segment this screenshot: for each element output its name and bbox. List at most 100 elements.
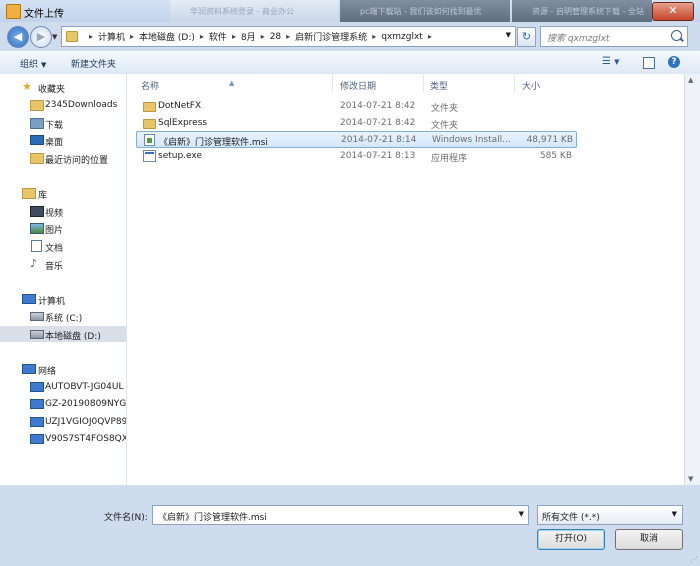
file-row[interactable]: SqlExpress 2014-07-21 8:42 文件夹 xyxy=(136,115,576,131)
nav-label: 2345Downloads xyxy=(45,100,118,110)
nav-item-documents[interactable]: 文档 xyxy=(0,238,126,254)
column-header-size[interactable]: 大小 xyxy=(515,74,575,92)
scroll-up-icon[interactable]: ▲ xyxy=(688,76,693,84)
file-row[interactable]: setup.exe 2014-07-21 8:13 应用程序 585 KB xyxy=(136,148,576,164)
background-tab[interactable]: pc端下载站 - 我们该如何找到最优 xyxy=(340,0,510,22)
file-upload-dialog: 文件上传 华润资料系统登录 - 商业办公 pc端下载站 - 我们该如何找到最优 … xyxy=(0,0,700,566)
column-header-name[interactable]: 名称 ▲ xyxy=(127,74,332,92)
forward-button[interactable]: ▶ xyxy=(30,26,52,48)
recent-pages-dropdown[interactable]: ▼ xyxy=(52,33,57,41)
new-folder-button[interactable]: 新建文件夹 xyxy=(71,57,116,70)
filename-value: 《启新》门诊管理软件.msi xyxy=(158,513,267,523)
nav-label: V90S7ST4FOS8QX xyxy=(45,434,127,444)
resize-grip-icon[interactable]: ⋰ xyxy=(690,555,698,564)
file-type-filter[interactable]: 所有文件 (*.*) ▼ xyxy=(537,505,683,525)
nav-item-downloads[interactable]: 下载 xyxy=(0,115,126,131)
chevron-right-icon[interactable]: ▸ xyxy=(428,32,432,41)
nav-item-pictures[interactable]: 图片 xyxy=(0,220,126,236)
chevron-right-icon[interactable]: ▸ xyxy=(89,32,93,41)
organize-button[interactable]: 组织 ▼ xyxy=(20,57,46,70)
background-tab[interactable]: 资源 - 启明管理系统下载 - 全站 xyxy=(512,0,652,22)
nav-label: 库 xyxy=(38,191,48,201)
chevron-right-icon[interactable]: ▸ xyxy=(130,32,134,41)
nav-item-drive-c[interactable]: 系统 (C:) xyxy=(0,308,126,324)
exe-icon xyxy=(143,150,156,162)
chevron-down-icon: ▼ xyxy=(614,58,620,66)
back-arrow-icon: ◀ xyxy=(13,30,23,43)
nav-label: GZ-20190809NYGZ xyxy=(45,399,127,409)
nav-libraries[interactable]: 库 xyxy=(0,185,126,201)
chevron-right-icon[interactable]: ▸ xyxy=(232,32,236,41)
nav-item-network-computer[interactable]: GZ-20190809NYGZ xyxy=(0,396,126,412)
nav-item-network-computer[interactable]: UZJ1VGIOJ0QVP89 xyxy=(0,414,126,430)
column-header-type[interactable]: 类型 xyxy=(424,74,514,92)
chevron-right-icon[interactable]: ▸ xyxy=(261,32,265,41)
breadcrumb-item[interactable]: qxmzglxt xyxy=(381,32,423,42)
file-modified: 2014-07-21 8:14 xyxy=(341,135,417,145)
file-row[interactable]: DotNetFX 2014-07-21 8:42 文件夹 xyxy=(136,98,576,114)
nav-item-music[interactable]: ♪ 音乐 xyxy=(0,256,126,273)
nav-item-recent-places[interactable]: 最近访问的位置 xyxy=(0,150,126,166)
column-header-modified[interactable]: 修改日期 xyxy=(333,74,423,92)
chevron-down-icon[interactable]: ▼ xyxy=(519,510,524,518)
breadcrumb-item[interactable]: 28 xyxy=(270,32,281,42)
nav-item-2345downloads[interactable]: 2345Downloads xyxy=(0,97,126,113)
chevron-right-icon[interactable]: ▸ xyxy=(200,32,204,41)
nav-label: 本地磁盘 (D:) xyxy=(45,332,101,342)
breadcrumb-item[interactable]: 本地磁盘 (D:) xyxy=(139,30,195,43)
computer-icon xyxy=(30,434,44,444)
navigation-scrollbar[interactable] xyxy=(0,485,126,493)
preview-pane-button[interactable] xyxy=(643,57,655,69)
nav-item-desktop[interactable]: 桌面 xyxy=(0,132,126,148)
file-name: 《启新》门诊管理软件.msi xyxy=(159,138,268,148)
open-button[interactable]: 打开(O) xyxy=(537,529,605,550)
address-bar[interactable]: ▸ 计算机 ▸ 本地磁盘 (D:) ▸ 软件 ▸ 8月 ▸ 28 ▸ 启新门诊管… xyxy=(61,26,516,47)
library-icon xyxy=(22,188,36,199)
file-list: 名称 ▲ 修改日期 类型 大小 DotNetFX 2014-07-21 8:42… xyxy=(127,74,684,485)
refresh-button[interactable]: ↻ xyxy=(517,27,536,47)
chevron-right-icon[interactable]: ▸ xyxy=(286,32,290,41)
nav-label: 网络 xyxy=(38,367,57,377)
chevron-down-icon: ▼ xyxy=(41,61,47,69)
nav-network[interactable]: 网络 xyxy=(0,361,126,377)
nav-item-videos[interactable]: 视频 xyxy=(0,203,126,219)
nav-favorites[interactable]: ★ 收藏夹 xyxy=(0,79,126,95)
computer-icon xyxy=(30,382,44,392)
recent-places-icon xyxy=(30,153,44,164)
network-icon xyxy=(22,364,36,374)
vertical-scrollbar[interactable]: ▲ ▼ xyxy=(684,74,700,485)
nav-label: 图片 xyxy=(45,226,64,236)
file-row[interactable]: 《启新》门诊管理软件.msi 2014-07-21 8:14 Windows I… xyxy=(136,131,577,148)
file-modified: 2014-07-21 8:42 xyxy=(340,101,416,111)
search-placeholder: 搜索 qxmzglxt xyxy=(547,34,610,44)
breadcrumb-item[interactable]: 计算机 xyxy=(98,30,125,43)
computer-icon xyxy=(22,294,36,304)
scroll-down-icon[interactable]: ▼ xyxy=(688,475,693,483)
nav-label: 文档 xyxy=(45,244,64,254)
star-icon: ★ xyxy=(22,80,32,93)
computer-icon xyxy=(30,399,44,409)
breadcrumb-item[interactable]: 启新门诊管理系统 xyxy=(295,30,367,43)
address-history-dropdown[interactable]: ▼ xyxy=(506,31,511,39)
filename-input[interactable]: 《启新》门诊管理软件.msi ▼ xyxy=(152,505,529,525)
close-button[interactable]: ✕ xyxy=(652,2,694,21)
chevron-right-icon[interactable]: ▸ xyxy=(372,32,376,41)
nav-item-drive-d[interactable]: 本地磁盘 (D:) xyxy=(0,326,126,342)
background-tab[interactable]: 华润资料系统登录 - 商业办公 xyxy=(170,0,338,22)
breadcrumb-item[interactable]: 8月 xyxy=(241,30,256,43)
nav-item-network-computer[interactable]: AUTOBVT-JG04UL xyxy=(0,379,126,395)
cancel-button[interactable]: 取消 xyxy=(615,529,683,550)
help-button[interactable]: ? xyxy=(668,56,680,68)
column-label: 类型 xyxy=(430,82,449,92)
search-input[interactable]: 搜索 qxmzglxt xyxy=(540,26,688,47)
view-options-button[interactable]: ☰ ▼ xyxy=(602,56,620,67)
search-icon[interactable] xyxy=(671,30,682,41)
back-button[interactable]: ◀ xyxy=(7,26,29,48)
nav-item-network-computer[interactable]: V90S7ST4FOS8QX xyxy=(0,431,126,447)
organize-label: 组织 xyxy=(20,60,39,70)
nav-label: 收藏夹 xyxy=(38,85,66,95)
breadcrumb-item[interactable]: 软件 xyxy=(209,30,227,43)
folder-icon xyxy=(143,102,156,112)
nav-computer[interactable]: 计算机 xyxy=(0,291,126,307)
nav-label: AUTOBVT-JG04UL xyxy=(45,382,124,392)
